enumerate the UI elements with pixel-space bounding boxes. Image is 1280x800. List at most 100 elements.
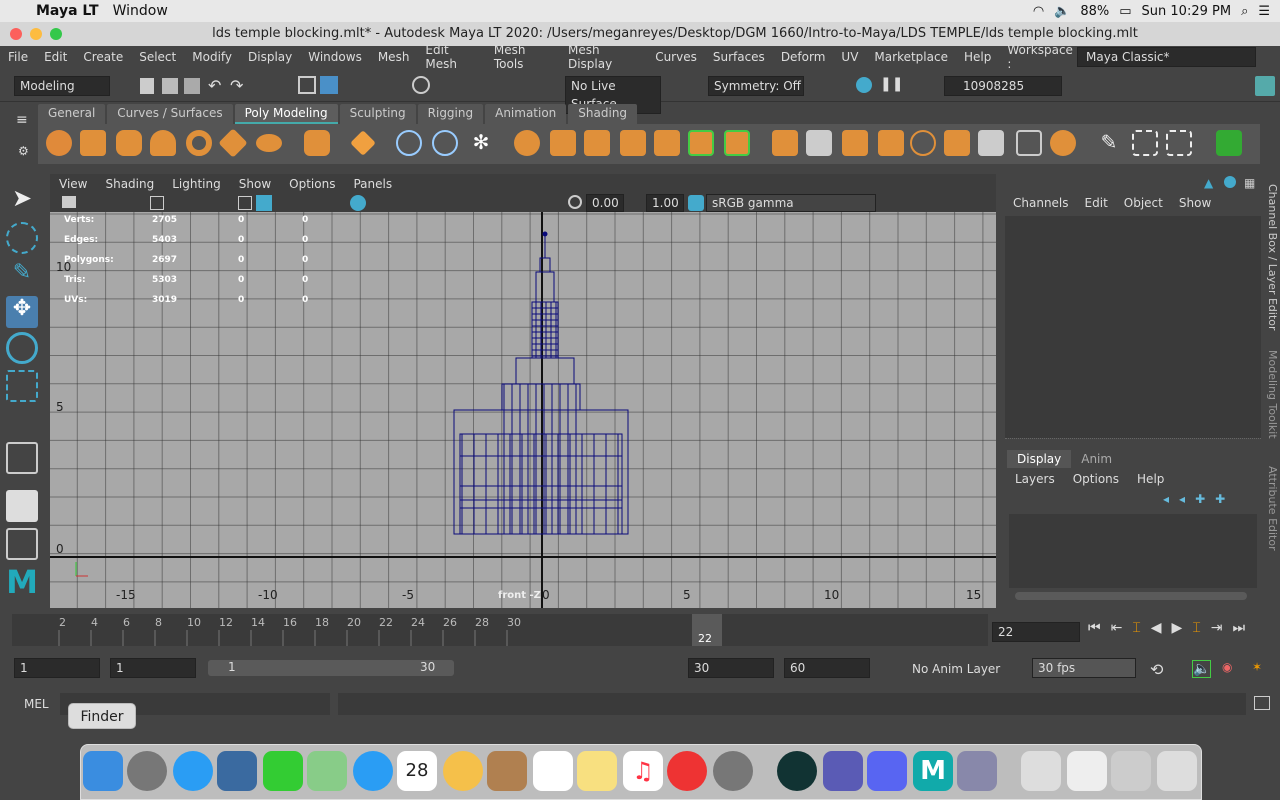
loop-icon[interactable]: ⟲ — [1150, 660, 1163, 679]
undo-icon[interactable]: ↶ — [208, 76, 221, 95]
vp-menu-lighting[interactable]: Lighting — [163, 177, 230, 191]
current-frame-field[interactable]: 22 — [992, 622, 1080, 642]
viewport-front[interactable]: Verts: 2705 0 0 Edges: 5403 0 0 Polygons: 2697 0 0 T… — [50, 212, 996, 608]
step-back-frame-icon[interactable]: ⌶ — [1132, 620, 1140, 636]
menu-mesh[interactable]: Mesh — [370, 50, 418, 64]
vp-menu-view[interactable]: View — [50, 177, 96, 191]
playback-end-field[interactable]: 30 — [688, 658, 774, 678]
menu-select[interactable]: Select — [131, 50, 184, 64]
channel-box-icon[interactable]: ▦ — [1244, 176, 1255, 190]
ipr-icon[interactable] — [856, 77, 872, 93]
chrome-icon[interactable] — [667, 751, 707, 791]
play-forwards-icon[interactable]: ▶ — [1172, 620, 1183, 636]
workspace-dropdown[interactable]: Maya Classic* — [1077, 47, 1256, 67]
reduce-icon[interactable] — [654, 130, 680, 156]
battery-icon[interactable]: ▭ — [1119, 4, 1131, 19]
menu-mesh-tools[interactable]: Mesh Tools — [486, 43, 560, 71]
platonic-solid-icon[interactable] — [304, 130, 330, 156]
volume-icon[interactable]: 🔈 — [1054, 4, 1070, 19]
contacts-icon[interactable] — [487, 751, 527, 791]
user-account-dropdown[interactable]: 10908285 — [944, 76, 1062, 96]
xray-icon[interactable] — [350, 195, 366, 211]
poly-cube-icon[interactable] — [80, 130, 106, 156]
snap-grid-icon[interactable] — [412, 76, 430, 94]
side-tab-channel-box[interactable]: Channel Box / Layer Editor — [1266, 184, 1279, 331]
mirror-cut-icon[interactable] — [724, 130, 750, 156]
anim-layer-dropdown[interactable]: No Anim Layer — [912, 662, 1000, 676]
tab-animation[interactable]: Animation — [485, 104, 567, 124]
menu-uv[interactable]: UV — [833, 50, 866, 64]
tab-display[interactable]: Display — [1007, 450, 1072, 468]
maya-lt-icon[interactable]: M — [913, 751, 953, 791]
separate-icon[interactable] — [550, 130, 576, 156]
menu-curves[interactable]: Curves — [647, 50, 705, 64]
select-hierarchy-icon[interactable] — [298, 76, 316, 94]
calendar-icon[interactable]: 28 — [397, 751, 437, 791]
poly-cone-icon[interactable] — [150, 130, 176, 156]
select-tool-icon[interactable]: ➤ — [6, 184, 38, 216]
scale-tool-icon[interactable] — [6, 370, 38, 402]
redo-icon[interactable]: ↷ — [230, 76, 243, 95]
bridge-icon[interactable] — [806, 130, 832, 156]
step-forward-frame-icon[interactable]: ⌶ — [1192, 620, 1200, 636]
play-backwards-icon[interactable]: ◀ — [1151, 620, 1162, 636]
photos-icon[interactable] — [443, 751, 483, 791]
splitter-handle[interactable] — [1005, 438, 1261, 446]
step-back-key-icon[interactable]: ⇤ — [1111, 620, 1123, 636]
extrude-icon[interactable] — [772, 130, 798, 156]
tab-rigging[interactable]: Rigging — [417, 104, 484, 124]
smooth-shade-icon[interactable] — [256, 195, 272, 211]
close-window-button[interactable] — [10, 28, 22, 40]
image-thumb-icon[interactable] — [1111, 751, 1151, 791]
go-to-end-icon[interactable]: ⏭ — [1232, 620, 1245, 636]
safari-icon[interactable] — [173, 751, 213, 791]
messages-icon[interactable] — [353, 751, 393, 791]
music-icon[interactable]: ♫ — [623, 751, 663, 791]
append-icon[interactable] — [878, 130, 904, 156]
cb-menu-show[interactable]: Show — [1179, 196, 1211, 210]
grid-toggle-icon[interactable] — [150, 196, 164, 210]
finder-icon[interactable] — [83, 751, 123, 791]
new-scene-icon[interactable] — [140, 78, 154, 94]
scene-start-field[interactable]: 1 — [14, 658, 100, 678]
tab-curves-surfaces[interactable]: Curves / Surfaces — [107, 104, 233, 124]
scene-end-field[interactable]: 60 — [784, 658, 870, 678]
battery-percent[interactable]: 88% — [1080, 4, 1109, 19]
paint-select-tool-icon[interactable]: ✎ — [6, 260, 38, 292]
range-slider[interactable]: 1 30 — [208, 660, 454, 676]
window-menu[interactable]: Window — [113, 3, 168, 19]
wedge-icon[interactable] — [978, 130, 1004, 156]
tab-shading[interactable]: Shading — [568, 104, 638, 124]
freeze-icon[interactable]: ✻ — [468, 130, 494, 156]
wifi-icon[interactable]: ◠ — [1033, 4, 1044, 19]
menu-surfaces[interactable]: Surfaces — [705, 50, 773, 64]
help-menu[interactable]: Help — [1137, 472, 1164, 486]
menu-mesh-display[interactable]: Mesh Display — [560, 43, 647, 71]
notes-icon[interactable] — [577, 751, 617, 791]
menu-edit[interactable]: Edit — [36, 50, 75, 64]
maps-icon[interactable] — [307, 751, 347, 791]
tab-poly-modeling[interactable]: Poly Modeling — [234, 104, 338, 124]
extract-icon[interactable] — [584, 130, 610, 156]
preview-icon[interactable] — [957, 751, 997, 791]
colorspace-dropdown[interactable]: sRGB gamma — [706, 194, 876, 212]
rotate-tool-icon[interactable] — [6, 332, 38, 364]
tab-anim[interactable]: Anim — [1071, 450, 1122, 468]
app-menu[interactable]: Maya LT — [36, 3, 99, 19]
launchpad-icon[interactable] — [127, 751, 167, 791]
exposure-field[interactable]: 0.00 — [586, 194, 624, 212]
vp-menu-options[interactable]: Options — [280, 177, 344, 191]
symmetry-dropdown[interactable]: Symmetry: Off — [708, 76, 804, 96]
lasso-tool-icon[interactable] — [6, 222, 38, 254]
save-scene-icon[interactable] — [184, 78, 200, 94]
poly-cylinder-icon[interactable] — [116, 130, 142, 156]
circularize-icon[interactable] — [1016, 130, 1042, 156]
step-forward-key-icon[interactable]: ⇥ — [1211, 620, 1223, 636]
poke-icon[interactable] — [944, 130, 970, 156]
menu-windows[interactable]: Windows — [300, 50, 370, 64]
side-tab-attribute-editor[interactable]: Attribute Editor — [1266, 466, 1279, 551]
poly-torus-icon[interactable] — [186, 130, 212, 156]
fill-hole-icon[interactable] — [910, 130, 936, 156]
mirror-icon[interactable] — [688, 130, 714, 156]
playback-start-field[interactable]: 1 — [110, 658, 196, 678]
